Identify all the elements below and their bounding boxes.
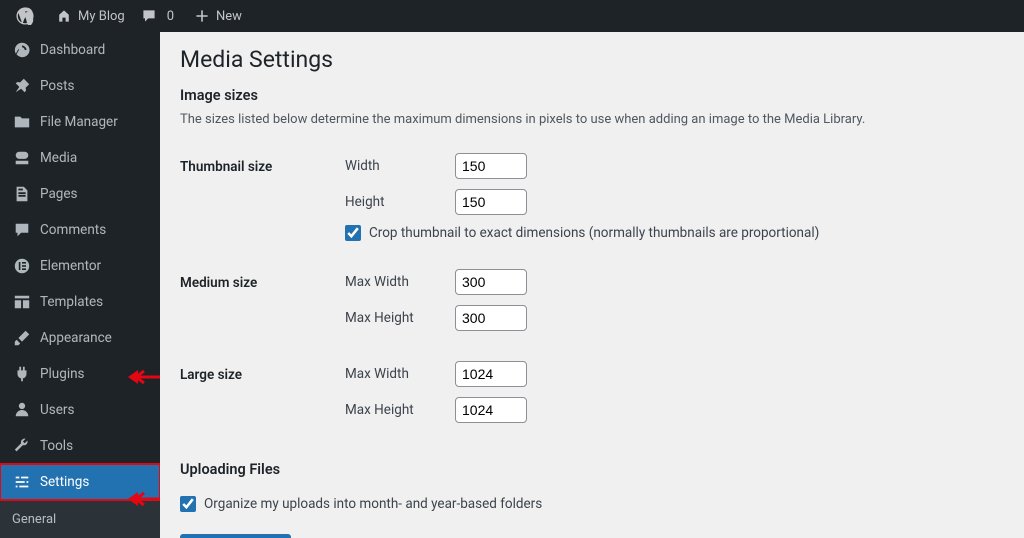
sidebar-item-posts[interactable]: Posts	[0, 68, 160, 104]
organize-uploads-checkbox[interactable]	[180, 496, 196, 512]
sidebar-item-comments[interactable]: Comments	[0, 212, 160, 248]
user-icon	[12, 400, 32, 420]
row-thumbnail: Thumbnail size Width Height Crop thumbna…	[180, 143, 1004, 259]
folder-icon	[12, 112, 32, 132]
thumbnail-width-label: Width	[345, 158, 455, 174]
media-icon	[12, 148, 32, 168]
large-width-input[interactable]	[455, 361, 527, 387]
submenu-item-writing[interactable]: Writing	[0, 533, 160, 538]
sidebar-item-label: Plugins	[40, 366, 85, 382]
row-large: Large size Max Width Max Height	[180, 351, 1004, 443]
home-icon	[56, 8, 72, 24]
page-icon	[12, 184, 32, 204]
comments-menu[interactable]: 0	[133, 0, 186, 32]
sidebar-item-label: Appearance	[40, 330, 112, 346]
plus-icon	[194, 8, 210, 24]
templates-icon	[12, 292, 32, 312]
sidebar-item-label: Settings	[40, 474, 89, 490]
wordpress-icon	[16, 7, 34, 25]
medium-height-input[interactable]	[455, 305, 527, 331]
sidebar-item-settings[interactable]: Settings	[0, 464, 160, 500]
sidebar-item-label: Elementor	[40, 258, 101, 274]
row-label: Thumbnail size	[180, 153, 345, 175]
comment-count: 0	[163, 9, 178, 24]
brush-icon	[12, 328, 32, 348]
sidebar-item-pages[interactable]: Pages	[0, 176, 160, 212]
section-image-sizes-heading: Image sizes	[180, 87, 1004, 104]
sidebar-item-label: Users	[40, 402, 74, 418]
thumbnail-height-input[interactable]	[455, 189, 527, 215]
new-content-menu[interactable]: New	[186, 0, 250, 32]
wp-logo-menu[interactable]	[8, 0, 48, 32]
main-content: Media Settings Image sizes The sizes lis…	[160, 32, 1024, 538]
sidebar-item-label: File Manager	[40, 114, 118, 130]
section-image-sizes-desc: The sizes listed below determine the max…	[180, 112, 1004, 127]
page-title: Media Settings	[180, 46, 1004, 73]
row-medium: Medium size Max Width Max Height	[180, 259, 1004, 351]
row-label: Medium size	[180, 269, 345, 291]
thumbnail-height-label: Height	[345, 194, 455, 210]
medium-height-label: Max Height	[345, 310, 455, 326]
pin-icon	[12, 76, 32, 96]
large-height-label: Max Height	[345, 402, 455, 418]
sidebar-item-appearance[interactable]: Appearance	[0, 320, 160, 356]
sidebar-item-media[interactable]: Media	[0, 140, 160, 176]
sidebar-item-label: Comments	[40, 222, 106, 238]
large-width-label: Max Width	[345, 366, 455, 382]
sliders-icon	[12, 472, 32, 492]
medium-width-label: Max Width	[345, 274, 455, 290]
save-changes-button[interactable]: Save Changes	[180, 534, 291, 538]
dashboard-icon	[12, 40, 32, 60]
site-title: My Blog	[78, 9, 125, 24]
elementor-icon	[12, 256, 32, 276]
plug-icon	[12, 364, 32, 384]
sidebar-item-label: Templates	[40, 294, 103, 310]
sidebar-item-templates[interactable]: Templates	[0, 284, 160, 320]
comment-icon	[141, 8, 157, 24]
wrench-icon	[12, 436, 32, 456]
large-height-input[interactable]	[455, 397, 527, 423]
site-name-menu[interactable]: My Blog	[48, 0, 133, 32]
thumbnail-crop-label: Crop thumbnail to exact dimensions (norm…	[369, 225, 819, 241]
admin-sidebar: Dashboard Posts File Manager Media Pages…	[0, 32, 160, 538]
sidebar-item-label: Posts	[40, 78, 74, 94]
sidebar-item-tools[interactable]: Tools	[0, 428, 160, 464]
row-label: Large size	[180, 361, 345, 383]
sidebar-item-elementor[interactable]: Elementor	[0, 248, 160, 284]
sidebar-item-label: Dashboard	[40, 42, 105, 58]
thumbnail-width-input[interactable]	[455, 153, 527, 179]
medium-width-input[interactable]	[455, 269, 527, 295]
sidebar-item-dashboard[interactable]: Dashboard	[0, 32, 160, 68]
organize-uploads-label: Organize my uploads into month- and year…	[204, 496, 542, 512]
sidebar-item-file-manager[interactable]: File Manager	[0, 104, 160, 140]
admin-bar: My Blog 0 New	[0, 0, 1024, 32]
thumbnail-crop-checkbox[interactable]	[345, 225, 361, 241]
settings-submenu: General Writing Reading Discussion Media…	[0, 500, 160, 538]
section-uploading-heading: Uploading Files	[180, 461, 1004, 478]
sidebar-item-plugins[interactable]: Plugins	[0, 356, 160, 392]
new-label: New	[216, 9, 242, 24]
sidebar-item-label: Pages	[40, 186, 78, 202]
chat-icon	[12, 220, 32, 240]
sidebar-item-label: Media	[40, 150, 77, 166]
sidebar-item-users[interactable]: Users	[0, 392, 160, 428]
submenu-item-general[interactable]: General	[0, 506, 160, 533]
sidebar-item-label: Tools	[40, 438, 73, 454]
